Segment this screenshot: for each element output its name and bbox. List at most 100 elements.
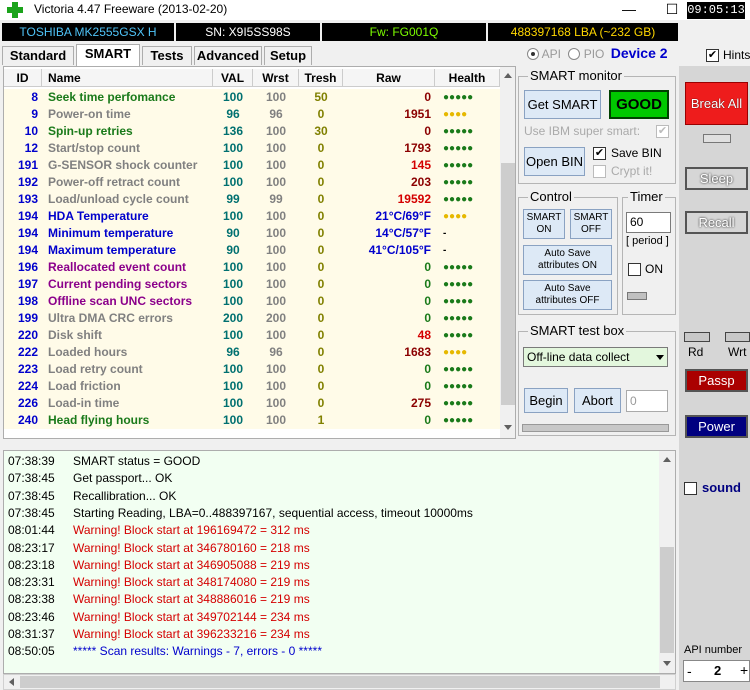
table-row[interactable]: 199 Ultra DMA CRC errors 200 200 0 0 ●●●●● (4, 310, 500, 327)
scroll-up-arrow-icon[interactable] (504, 73, 512, 78)
table-row[interactable]: 196 Reallocated event count 100 100 0 0 ●●●●● (4, 259, 500, 276)
log-scroll-down-icon[interactable] (663, 661, 671, 666)
cell-raw: 0 (424, 379, 431, 393)
autosave-on-button[interactable]: Auto Save attributes ON (523, 245, 612, 275)
table-row[interactable]: 222 Loaded hours 96 96 0 1683 ●●●● (4, 344, 500, 361)
use-ibm-checkbox[interactable]: ✔ (656, 125, 669, 138)
abort-button[interactable]: Abort (574, 388, 621, 413)
api-number-increment[interactable]: + (740, 662, 748, 678)
timer-input[interactable]: 60 (626, 212, 671, 233)
table-row[interactable]: 223 Load retry count 100 100 0 0 ●●●●● (4, 361, 500, 378)
cell-val: 100 (222, 362, 244, 376)
log-time: 07:38:39 (8, 454, 55, 468)
table-row[interactable]: 220 Disk shift 100 100 0 48 ●●●●● (4, 327, 500, 344)
tab-advanced[interactable]: Advanced (194, 46, 262, 65)
log-scrollbar[interactable] (659, 451, 675, 673)
api-number-value[interactable]: 2 (714, 663, 721, 678)
log-line: 08:50:05 ***** Scan results: Warnings - 7… (8, 643, 322, 660)
save-bin-checkbox[interactable]: ✔ (593, 147, 606, 160)
crypt-checkbox[interactable] (593, 165, 606, 178)
smart-table-scrollbar[interactable] (500, 67, 515, 438)
log-scroll-up-icon[interactable] (663, 457, 671, 462)
cell-val: 90 (226, 243, 240, 257)
tab-standard[interactable]: Standard (2, 46, 74, 65)
tab-smart[interactable]: SMART (76, 44, 140, 66)
begin-button[interactable]: Begin (524, 388, 568, 413)
hscroll-thumb[interactable] (20, 676, 660, 688)
log-scroll-thumb[interactable] (660, 547, 674, 653)
cell-raw: 14°C/57°F (375, 226, 431, 240)
table-row[interactable]: 240 Head flying hours 100 100 1 0 ●●●●● (4, 412, 500, 429)
power-button[interactable]: Power (685, 415, 748, 438)
api-number-stepper[interactable]: - 2 + (683, 660, 750, 682)
minimize-button[interactable]: — (606, 0, 652, 20)
drive-serial: SN: X9I5SS98S (176, 23, 320, 41)
test-progress-input[interactable]: 0 (626, 390, 668, 412)
sound-checkbox[interactable] (684, 482, 697, 495)
table-row[interactable]: 192 Power-off retract count 100 100 0 203 ●●●●… (4, 174, 500, 191)
log-message: Warning! Block start at 349702144 = 234 … (73, 609, 310, 624)
scroll-down-arrow-icon[interactable] (504, 425, 512, 430)
table-row[interactable]: 198 Offline scan UNC sectors 100 100 0 0 ●●●●● (4, 293, 500, 310)
table-row[interactable]: 194 Minimum temperature 90 100 0 14°C/57°F - (4, 225, 500, 242)
device-label[interactable]: Device 2 (611, 45, 668, 61)
log-time: 07:38:45 (8, 505, 55, 520)
get-smart-button[interactable]: Get SMART (524, 90, 601, 119)
pio-radio[interactable] (568, 48, 581, 60)
tab-tests[interactable]: Tests (142, 46, 192, 65)
table-row[interactable]: 191 G-SENSOR shock counter 100 100 0 145 ●●●●● (4, 157, 500, 174)
log-line: 08:23:31 Warning! Block start at 34817408… (8, 574, 310, 591)
api-radio[interactable] (527, 48, 539, 60)
cell-name: Start/stop count (48, 141, 140, 155)
sleep-button[interactable]: Sleep (685, 167, 748, 190)
smart-off-button[interactable]: SMART OFF (570, 209, 612, 239)
passp-button[interactable]: Passp (685, 369, 748, 392)
cell-wrst: 100 (265, 124, 287, 138)
scroll-left-icon[interactable] (9, 678, 14, 686)
cell-val: 96 (226, 107, 240, 121)
scroll-thumb[interactable] (501, 163, 515, 405)
open-bin-button[interactable]: Open BIN (524, 147, 585, 176)
cell-tresh: 0 (317, 243, 325, 257)
cell-tresh: 0 (317, 209, 325, 223)
table-row[interactable]: 8 Seek time perfomance 100 100 50 0 ●●●●● (4, 89, 500, 106)
table-row[interactable]: 9 Power-on time 96 96 0 1951 ●●●● (4, 106, 500, 123)
table-row[interactable]: 12 Start/stop count 100 100 0 1793 ●●●●● (4, 140, 500, 157)
cell-id: 224 (17, 379, 38, 393)
timer-on-checkbox[interactable] (628, 263, 641, 276)
cell-wrst: 100 (265, 379, 287, 393)
hints-checkbox[interactable]: ✔ (706, 49, 719, 62)
recall-button[interactable]: Recall (685, 211, 748, 234)
col-health-header: Health (435, 69, 500, 87)
table-row[interactable]: 197 Current pending sectors 100 100 0 0 ●●●●● (4, 276, 500, 293)
cell-name: Loaded hours (48, 345, 128, 359)
cell-raw: 275 (410, 396, 431, 410)
log-line: 08:23:18 Warning! Block start at 34690508… (8, 557, 310, 574)
table-row[interactable]: 193 Load/unload cycle count 99 99 0 19592 ●●●●… (4, 191, 500, 208)
cell-id: 8 (31, 90, 38, 104)
smart-attributes-table: ID Name VAL Wrst Tresh Raw Health 8 Seek … (3, 66, 516, 439)
tab-setup[interactable]: Setup (264, 46, 312, 65)
cell-val: 99 (226, 192, 240, 206)
table-row[interactable]: 226 Load-in time 100 100 0 275 ●●●●● (4, 395, 500, 412)
table-row[interactable]: 194 Maximum temperature 90 100 0 41°C/105°F - (4, 242, 500, 259)
cell-val: 100 (222, 328, 244, 342)
break-all-button[interactable]: Break All (685, 82, 748, 125)
smart-on-button[interactable]: SMART ON (523, 209, 565, 239)
autosave-off-button[interactable]: Auto Save attributes OFF (523, 280, 612, 310)
cell-name: Load retry count (48, 362, 143, 376)
maximize-button[interactable]: ☐ (652, 0, 692, 20)
api-number-decrement[interactable]: - (687, 663, 692, 679)
cell-wrst: 96 (269, 345, 283, 359)
api-number-label: API number (684, 644, 743, 656)
cell-wrst: 100 (265, 328, 287, 342)
table-row[interactable]: 10 Spin-up retries 136 100 30 0 ●●●●● (4, 123, 500, 140)
test-type-select[interactable]: Off-line data collect (523, 347, 668, 367)
cell-val: 136 (222, 124, 244, 138)
crypt-label: Crypt it! (611, 164, 653, 178)
table-row[interactable]: 224 Load friction 100 100 0 0 ●●●●● (4, 378, 500, 395)
table-row[interactable]: 194 HDA Temperature 100 100 0 21°C/69°F ●●●● (4, 208, 500, 225)
control-title: Control (528, 189, 574, 204)
log-horizontal-scrollbar[interactable] (3, 674, 676, 690)
log-message: Get passport... OK (73, 471, 173, 486)
